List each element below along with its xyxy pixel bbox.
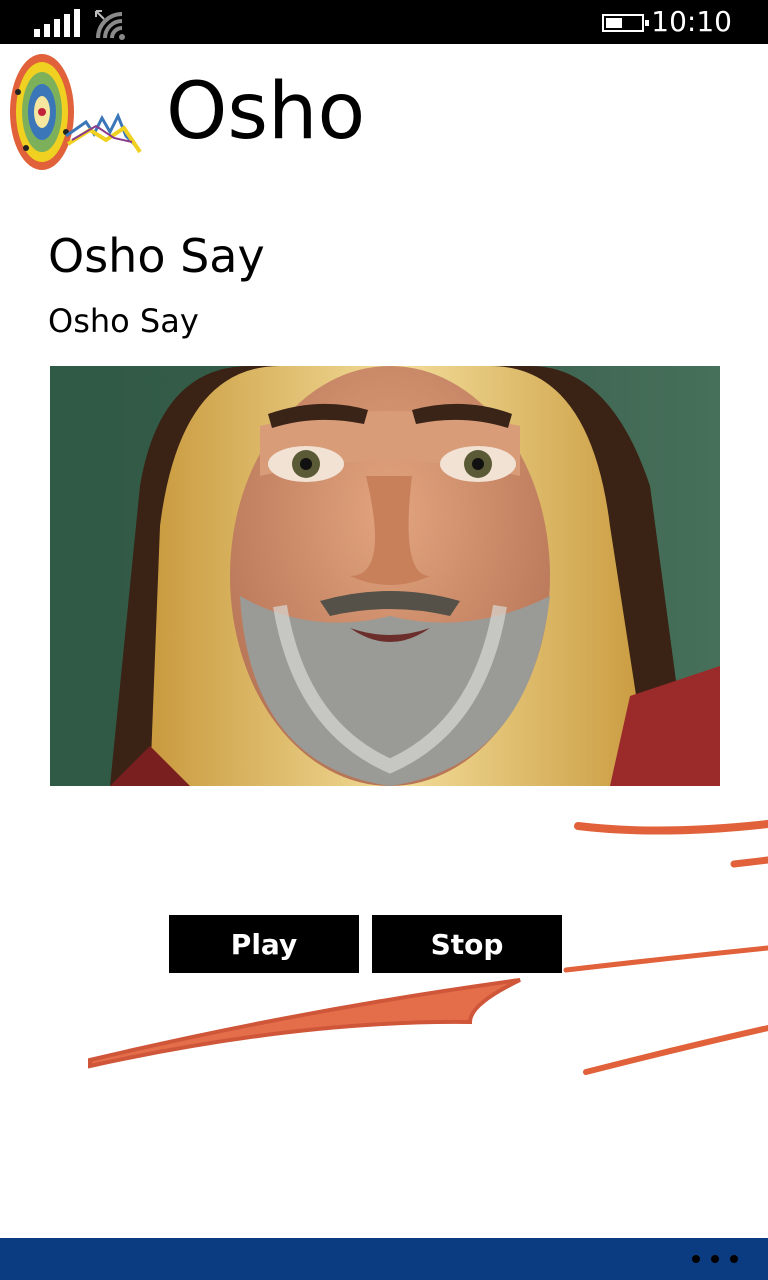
- page-subtitle: Osho Say: [48, 302, 199, 340]
- mandala-logo-icon: [10, 54, 142, 170]
- wifi-icon: [95, 10, 125, 40]
- signal-icon: [34, 9, 82, 37]
- app-bar: [0, 1238, 768, 1280]
- stop-button[interactable]: Stop: [372, 915, 562, 973]
- play-button[interactable]: Play: [169, 915, 359, 973]
- clock: 10:10: [651, 5, 732, 38]
- ellipsis-icon[interactable]: [692, 1250, 738, 1268]
- status-bar: 10:10: [0, 0, 768, 44]
- battery-icon: [602, 14, 649, 32]
- page-title: Osho Say: [48, 229, 265, 283]
- osho-portrait: [50, 366, 720, 786]
- app-title: Osho: [166, 67, 366, 157]
